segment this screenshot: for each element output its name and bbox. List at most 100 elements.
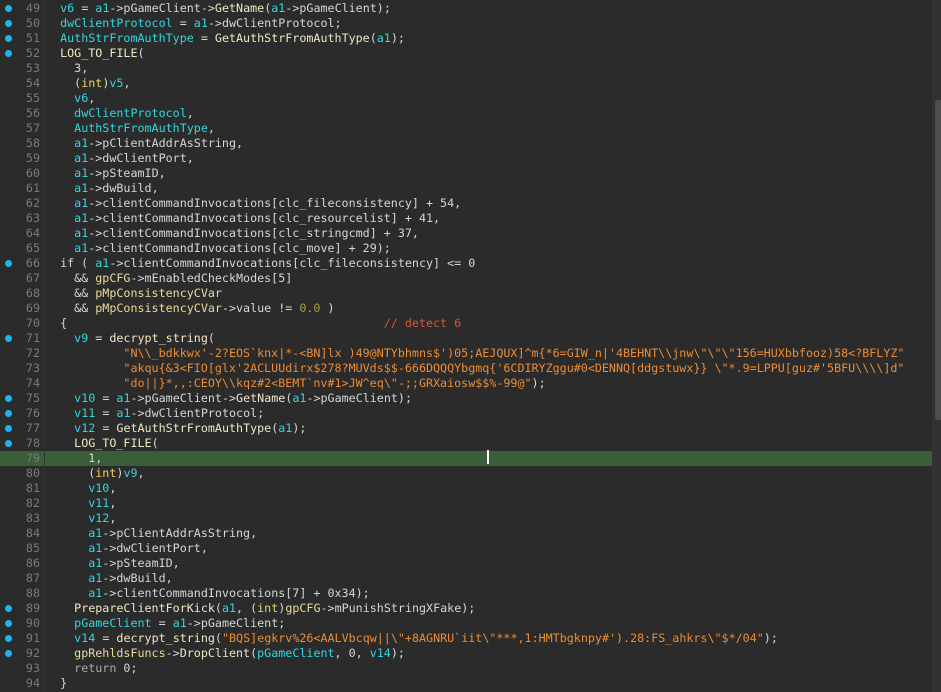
- code-text: (: [151, 436, 159, 450]
- code-line[interactable]: 62 a1->clientCommandInvocations[clc_file…: [0, 196, 932, 211]
- code-text: (: [207, 331, 215, 345]
- code-line[interactable]: 61 a1->dwBuild,: [0, 181, 932, 196]
- line-number: 75: [25, 391, 40, 405]
- code-line[interactable]: 55 v6,: [0, 91, 932, 106]
- code-line[interactable]: 83 v12,: [0, 511, 932, 526]
- breakpoint-dot-icon[interactable]: [5, 335, 12, 342]
- code-line[interactable]: 59 a1->dwClientPort,: [0, 151, 932, 166]
- variable: v10: [88, 481, 110, 495]
- code-text: &&: [46, 301, 96, 315]
- breakpoint-dot-icon[interactable]: [5, 50, 12, 57]
- breakpoint-dot-icon[interactable]: [5, 425, 12, 432]
- code-line[interactable]: 60 a1->pSteamID,: [0, 166, 932, 181]
- gutter-divider: [44, 0, 45, 692]
- code-line[interactable]: 90 pGameClient = a1->pGameClient;: [0, 616, 932, 631]
- line-number: 69: [25, 301, 40, 315]
- code-text: =: [88, 331, 110, 345]
- breakpoint-dot-icon[interactable]: [5, 635, 12, 642]
- code-line[interactable]: 76 v11 = a1->dwClientProtocol;: [0, 406, 932, 421]
- breakpoint-dot-icon[interactable]: [5, 260, 12, 267]
- code-text: ,: [137, 466, 145, 480]
- code-line[interactable]: 84 a1->pClientAddrAsString,: [0, 526, 932, 541]
- code-line[interactable]: 73 "akqu{&3<FIO[glx'2ACLUUdirx$278?MUVds…: [0, 361, 932, 376]
- breakpoint-dot-icon[interactable]: [5, 35, 12, 42]
- code-content: a1->dwClientPort,: [46, 151, 932, 166]
- code-line[interactable]: 78 LOG_TO_FILE(: [0, 436, 932, 451]
- variable: a1: [271, 1, 286, 15]
- code-text: &&: [46, 271, 96, 285]
- breakpoint-dot-icon[interactable]: [5, 5, 12, 12]
- pseudocode-view[interactable]: 49 v6 = a1->pGameClient->GetName(a1->pGa…: [0, 0, 932, 692]
- line-number: 66: [25, 256, 40, 270]
- code-line[interactable]: 89 PrepareClientForKick(a1, (int)gpCFG->…: [0, 601, 932, 616]
- code-line[interactable]: 54 (int)v5,: [0, 76, 932, 91]
- breakpoint-dot-icon[interactable]: [5, 440, 12, 447]
- code-line[interactable]: 68 && pMpConsistencyCVar: [0, 286, 932, 301]
- variable: v5: [109, 76, 124, 90]
- code-content: v11 = a1->dwClientProtocol;: [46, 406, 932, 421]
- code-line[interactable]: 63 a1->clientCommandInvocations[clc_reso…: [0, 211, 932, 226]
- breakpoint-dot-icon[interactable]: [5, 20, 12, 27]
- code-content: v11,: [46, 496, 932, 511]
- code-line[interactable]: 64 a1->clientCommandInvocations[clc_stri…: [0, 226, 932, 241]
- code-line[interactable]: 50 dwClientProtocol = a1->dwClientProtoc…: [0, 16, 932, 31]
- line-number: 49: [25, 1, 40, 15]
- code-line[interactable]: 80 (int)v9,: [0, 466, 932, 481]
- code-line[interactable]: 65 a1->clientCommandInvocations[clc_move…: [0, 241, 932, 256]
- code-line[interactable]: 72 "N\\_bdkkwx'-2?EOS`knx|*-<BN]lx )49@N…: [0, 346, 932, 361]
- code-line[interactable]: 87 a1->dwBuild,: [0, 571, 932, 586]
- code-line[interactable]: 67 && gpCFG->mEnabledCheckModes[5]: [0, 271, 932, 286]
- code-line[interactable]: 69 && pMpConsistencyCVar->value != 0.0 ): [0, 301, 932, 316]
- code-line[interactable]: 70 { // detect 6: [0, 316, 932, 331]
- code-line[interactable]: 71 v9 = decrypt_string(: [0, 331, 932, 346]
- code-line[interactable]: 49 v6 = a1->pGameClient->GetName(a1->pGa…: [0, 1, 932, 16]
- breakpoint-dot-icon[interactable]: [5, 650, 12, 657]
- code-text: ->pGameClient->: [130, 391, 237, 405]
- code-line[interactable]: 93 return 0;: [0, 661, 932, 676]
- variable: a1: [193, 16, 208, 30]
- code-line[interactable]: 51 AuthStrFromAuthType = GetAuthStrFromA…: [0, 31, 932, 46]
- code-line[interactable]: 91 v14 = decrypt_string("BQS]egkrv%26<AA…: [0, 631, 932, 646]
- line-number: 87: [25, 571, 40, 585]
- code-line[interactable]: 79 1,: [0, 451, 932, 466]
- code-line[interactable]: 57 AuthStrFromAuthType,: [0, 121, 932, 136]
- code-line[interactable]: 82 v11,: [0, 496, 932, 511]
- line-number: 82: [25, 496, 40, 510]
- code-text: (: [214, 601, 222, 615]
- function-name: LOG_TO_FILE: [74, 436, 152, 450]
- code-line[interactable]: 88 a1->clientCommandInvocations[7] + 0x3…: [0, 586, 932, 601]
- code-line[interactable]: 53 3,: [0, 61, 932, 76]
- code-text: ->pClientAddrAsString,: [88, 136, 244, 150]
- line-number: 59: [25, 151, 40, 165]
- global-symbol: gpCFG: [285, 601, 321, 615]
- code-line[interactable]: 52 LOG_TO_FILE(: [0, 46, 932, 61]
- variable: v14: [369, 646, 391, 660]
- code-line[interactable]: 77 v12 = GetAuthStrFromAuthType(a1);: [0, 421, 932, 436]
- code-line[interactable]: 66 if ( a1->clientCommandInvocations[clc…: [0, 256, 932, 271]
- breakpoint-dot-icon[interactable]: [5, 620, 12, 627]
- line-number: 67: [25, 271, 40, 285]
- code-line[interactable]: 81 v10,: [0, 481, 932, 496]
- code-line[interactable]: 56 dwClientProtocol,: [0, 106, 932, 121]
- code-line[interactable]: 74 "do||}*,,:CEOY\\kqz#2<BEMT`nv#1>JW^eq…: [0, 376, 932, 391]
- code-content: LOG_TO_FILE(: [46, 436, 932, 451]
- code-line[interactable]: 75 v10 = a1->pGameClient->GetName(a1->pG…: [0, 391, 932, 406]
- scrollbar-thumb[interactable]: [935, 100, 941, 420]
- line-number: 71: [25, 331, 40, 345]
- code-line[interactable]: 86 a1->pSteamID,: [0, 556, 932, 571]
- breakpoint-dot-icon[interactable]: [5, 410, 12, 417]
- code-text: , 0,: [334, 646, 370, 660]
- code-line[interactable]: 92 gpRehldsFuncs->DropClient(pGameClient…: [0, 646, 932, 661]
- code-line[interactable]: 58 a1->pClientAddrAsString,: [0, 136, 932, 151]
- vertical-scrollbar[interactable]: [932, 0, 941, 692]
- code-line[interactable]: 85 a1->dwClientPort,: [0, 541, 932, 556]
- breakpoint-dot-icon[interactable]: [5, 605, 12, 612]
- code-content: a1->clientCommandInvocations[clc_stringc…: [46, 226, 932, 241]
- code-content: pGameClient = a1->pGameClient;: [46, 616, 932, 631]
- breakpoint-dot-icon[interactable]: [5, 395, 12, 402]
- code-line[interactable]: 94 }: [0, 676, 932, 691]
